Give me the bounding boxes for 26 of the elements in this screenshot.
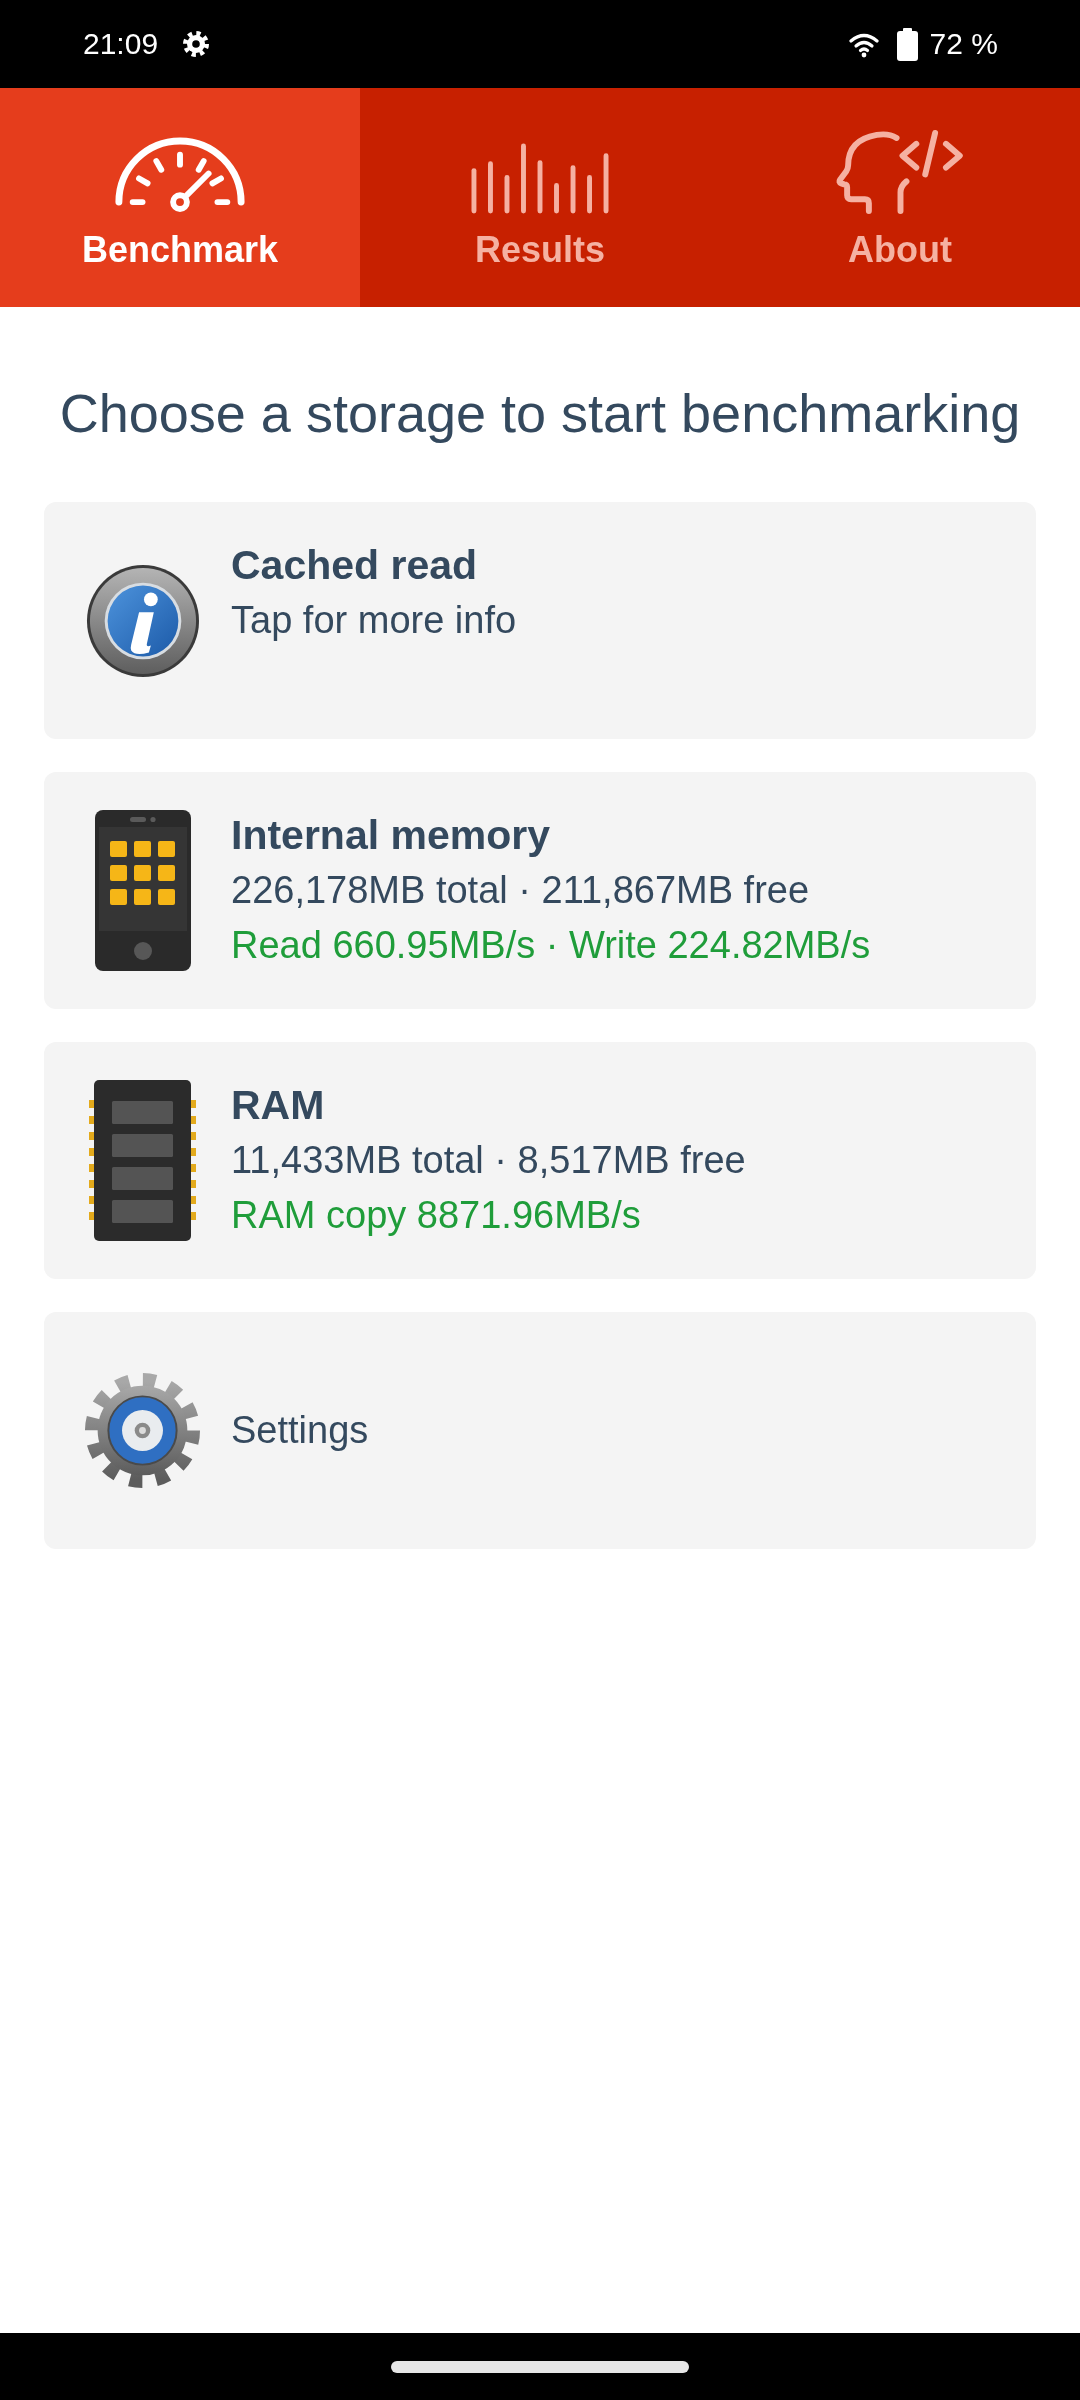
card-title: Cached read [231,541,479,590]
card-subtitle: 226,178MB total · 211,867MB free [231,868,811,913]
bars-icon [471,143,609,214]
card-label: Settings [231,1408,369,1453]
gear-icon [182,30,211,58]
battery-icon [896,27,918,61]
home-indicator[interactable] [391,2361,689,2373]
speed-text: RAM copy 8871.96MB/s [231,1193,642,1238]
card-title: RAM [231,1081,326,1130]
info-icon [85,563,200,678]
head-code-icon [834,129,966,214]
page-heading: Choose a storage to start benchmarking [58,382,1022,445]
menu-card[interactable]: Cached read Tap for more info [44,502,1036,739]
speed-text: Read 660.95MB/s · Write 224.82MB/s [231,923,871,968]
menu-card[interactable]: Internal memory 226,178MB total · 211,867MB free Read 660.95MB/s · Write 224.82MB/s [44,772,1036,1009]
phone-icon [94,810,191,971]
battery-percent: 72 % [929,26,998,62]
card-subtitle: 11,433MB total · 8,517MB free [231,1138,746,1183]
menu-card[interactable]: RAM 11,433MB total · 8,517MB free RAM copy 8871.96MB/s [44,1042,1036,1279]
chip-icon [89,1080,196,1241]
status-time: 21:09 [83,26,159,62]
menu-card[interactable]: Settings [44,1312,1036,1549]
tab[interactable]: Benchmark [0,88,360,307]
card-subtitle: Tap for more info [231,598,517,643]
gear-icon [84,1372,201,1489]
card-title: Internal memory [231,811,551,860]
